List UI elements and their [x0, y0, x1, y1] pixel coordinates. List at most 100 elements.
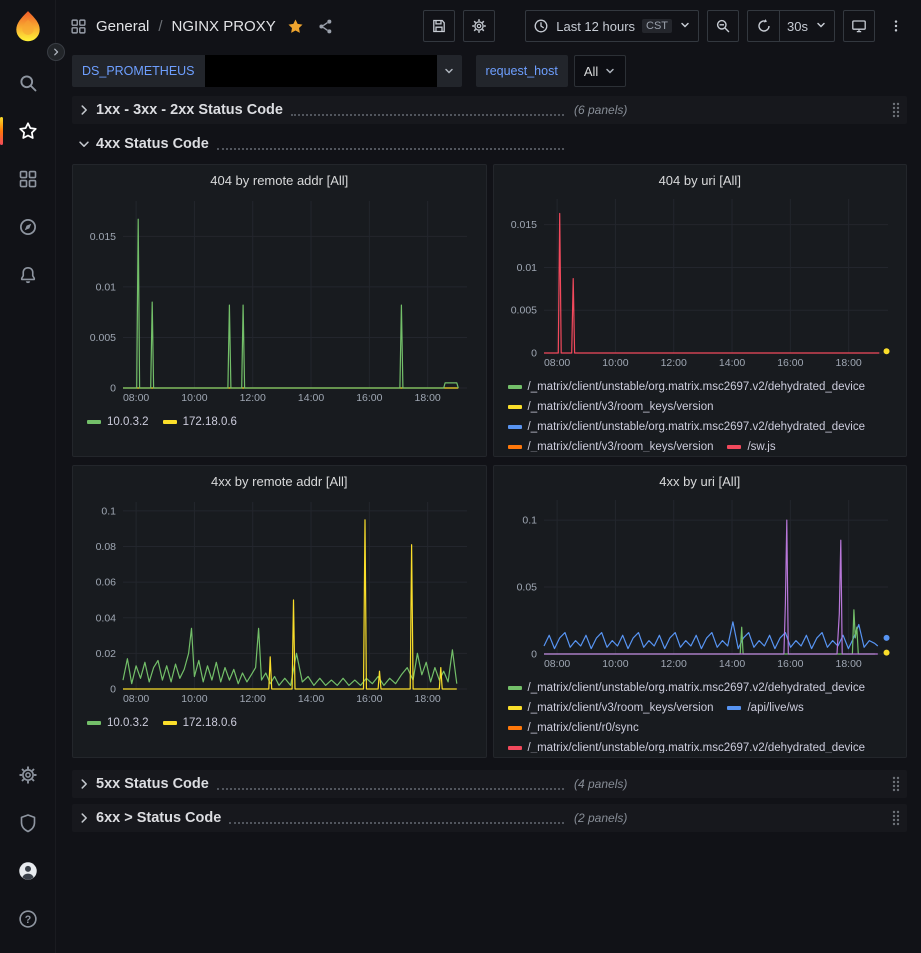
- configuration-nav-button[interactable]: [6, 753, 50, 797]
- legend-label: /_matrix/client/v3/room_keys/version: [528, 698, 714, 718]
- more-options-button[interactable]: [883, 10, 909, 42]
- row-drag-handle[interactable]: [891, 102, 907, 118]
- svg-text:0.02: 0.02: [96, 648, 117, 660]
- row-expand-button[interactable]: [72, 98, 96, 122]
- legend-swatch-icon: [508, 445, 522, 449]
- row-drag-handle[interactable]: [891, 776, 907, 792]
- refresh-button[interactable]: [747, 10, 779, 42]
- zoom-out-button[interactable]: [707, 10, 739, 42]
- search-icon: [18, 73, 38, 93]
- refresh-interval-label: 30s: [787, 19, 808, 34]
- legend-item[interactable]: /_matrix/client/unstable/org.matrix.msc2…: [508, 377, 866, 397]
- legend-label: /_matrix/client/unstable/org.matrix.msc2…: [528, 417, 866, 437]
- row-expand-button[interactable]: [72, 772, 96, 796]
- caret-down-icon: [604, 65, 616, 77]
- row-drag-handle[interactable]: [891, 810, 907, 826]
- legend-swatch-icon: [163, 721, 177, 725]
- help-nav-button[interactable]: ?: [6, 897, 50, 941]
- explore-nav-button[interactable]: [6, 205, 50, 249]
- shield-icon: [18, 813, 38, 833]
- panel-title[interactable]: 404 by remote addr [All]: [81, 169, 478, 193]
- panel-title[interactable]: 404 by uri [All]: [502, 169, 899, 191]
- svg-text:12:00: 12:00: [240, 392, 266, 404]
- svg-text:0.1: 0.1: [101, 505, 116, 517]
- time-range-picker[interactable]: Last 12 hours CST: [525, 10, 699, 42]
- user-avatar-button[interactable]: [6, 849, 50, 893]
- legend-item[interactable]: /_matrix/client/v3/room_keys/version: [508, 698, 714, 718]
- svg-text:16:00: 16:00: [356, 693, 382, 705]
- dashboard-title: NGINX PROXY: [172, 18, 276, 35]
- datasource-select[interactable]: [205, 55, 462, 87]
- legend-item[interactable]: 172.18.0.6: [163, 412, 237, 432]
- save-dashboard-button[interactable]: [423, 10, 455, 42]
- legend-swatch-icon: [508, 686, 522, 690]
- legend-item[interactable]: /_matrix/client/unstable/org.matrix.msc2…: [508, 678, 866, 698]
- dashboard-settings-button[interactable]: [463, 10, 495, 42]
- legend-item[interactable]: 10.0.3.2: [87, 412, 149, 432]
- panel-title[interactable]: 4xx by remote addr [All]: [81, 470, 478, 494]
- legend-item[interactable]: /_matrix/client/unstable/org.matrix.msc2…: [508, 417, 866, 437]
- row-title-dots: [229, 810, 564, 824]
- svg-text:0.08: 0.08: [96, 541, 117, 553]
- row-title[interactable]: 4xx Status Code: [96, 134, 209, 154]
- legend-label: /_matrix/client/v3/room_keys/version: [528, 397, 714, 417]
- datasource-value-redacted[interactable]: [205, 55, 437, 87]
- gear-icon: [18, 765, 38, 785]
- svg-text:0.1: 0.1: [522, 515, 537, 527]
- legend-label: 172.18.0.6: [183, 713, 237, 733]
- legend-item[interactable]: /_matrix/client/unstable/org.matrix.msc2…: [508, 738, 866, 753]
- svg-text:0.04: 0.04: [96, 612, 117, 624]
- row-title[interactable]: 5xx Status Code: [96, 774, 209, 794]
- starred-nav-button[interactable]: [6, 109, 50, 153]
- alerting-nav-button[interactable]: [6, 253, 50, 297]
- panel-404-by-remote-addr: 404 by remote addr [All] 08:0010:0012:00…: [72, 164, 487, 457]
- time-series-chart[interactable]: 08:0010:0012:0014:0016:0018:0000.0050.01…: [81, 193, 477, 404]
- legend-item[interactable]: /_matrix/client/r0/sync: [508, 718, 639, 738]
- svg-text:12:00: 12:00: [660, 658, 686, 670]
- legend-item[interactable]: /sw.js: [727, 437, 775, 452]
- legend-swatch-icon: [508, 425, 522, 429]
- svg-text:0: 0: [531, 649, 537, 661]
- svg-text:08:00: 08:00: [543, 658, 569, 670]
- sidebar-expand-chevron[interactable]: [47, 43, 65, 61]
- time-series-chart[interactable]: 08:0010:0012:0014:0016:0018:0000.050.1: [502, 492, 898, 670]
- legend-item[interactable]: /_matrix/client/v3/room_keys/version: [508, 437, 714, 452]
- legend-item[interactable]: 10.0.3.2: [87, 713, 149, 733]
- panel-4xx-by-remote-addr: 4xx by remote addr [All] 08:0010:0012:00…: [72, 465, 487, 758]
- row-panel-count: (4 panels): [574, 777, 627, 791]
- row-collapse-button[interactable]: [72, 132, 96, 156]
- svg-text:0.01: 0.01: [96, 281, 117, 293]
- time-series-chart[interactable]: 08:0010:0012:0014:0016:0018:0000.0050.01…: [502, 191, 898, 369]
- chevron-right-icon: [51, 47, 61, 57]
- request-host-select[interactable]: All: [574, 55, 626, 87]
- grafana-logo[interactable]: [10, 9, 46, 45]
- legend-item[interactable]: /api/live/ws: [727, 698, 803, 718]
- row-expand-button[interactable]: [72, 806, 96, 830]
- legend-label: /sw.js: [747, 437, 775, 452]
- row-title[interactable]: 1xx - 3xx - 2xx Status Code: [96, 100, 283, 120]
- dashboards-nav-button[interactable]: [6, 157, 50, 201]
- svg-text:18:00: 18:00: [415, 392, 441, 404]
- svg-text:08:00: 08:00: [123, 693, 149, 705]
- breadcrumb-section[interactable]: General: [96, 18, 149, 35]
- caret-down-icon: [679, 19, 691, 34]
- favorite-star-button[interactable]: [285, 18, 306, 35]
- panel-title[interactable]: 4xx by uri [All]: [502, 470, 899, 492]
- svg-text:16:00: 16:00: [356, 392, 382, 404]
- row-panel-count: (6 panels): [574, 103, 627, 117]
- datasource-variable: DS_PROMETHEUS: [72, 55, 462, 87]
- share-dashboard-button[interactable]: [315, 16, 336, 37]
- search-nav-button[interactable]: [6, 61, 50, 105]
- server-admin-nav-button[interactable]: [6, 801, 50, 845]
- svg-text:14:00: 14:00: [298, 392, 324, 404]
- toolbar-actions: Last 12 hours CST 30s: [423, 10, 909, 42]
- tv-mode-button[interactable]: [843, 10, 875, 42]
- refresh-interval-dropdown[interactable]: 30s: [779, 10, 835, 42]
- legend-item[interactable]: /_matrix/client/v3/room_keys/version: [508, 397, 714, 417]
- svg-text:10:00: 10:00: [181, 693, 207, 705]
- bell-icon: [18, 265, 38, 285]
- row-title[interactable]: 6xx > Status Code: [96, 808, 221, 828]
- time-series-chart[interactable]: 08:0010:0012:0014:0016:0018:0000.020.040…: [81, 494, 477, 705]
- legend-item[interactable]: 172.18.0.6: [163, 713, 237, 733]
- svg-text:14:00: 14:00: [718, 658, 744, 670]
